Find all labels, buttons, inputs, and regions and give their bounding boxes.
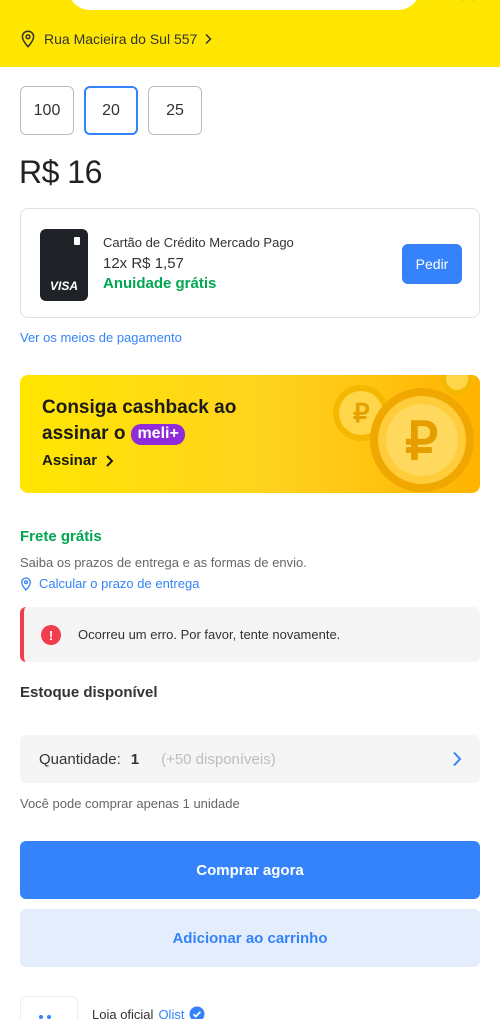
purchase-limit-note: Você pode comprar apenas 1 unidade	[20, 796, 240, 811]
buy-now-button[interactable]: Comprar agora	[20, 841, 480, 899]
error-icon: !	[41, 625, 61, 645]
subscribe-link[interactable]: Assinar	[42, 452, 117, 469]
cashback-banner[interactable]: Consiga cashback ao assinar o meli+ Assi…	[20, 375, 480, 493]
top-header: Rua Macieira do Sul 557	[0, 0, 500, 67]
card-annual-fee: Anuidade grátis	[103, 275, 217, 292]
banner-line-2: assinar o meli+	[42, 423, 185, 445]
gold-coins-icon: ₽ ₽	[333, 375, 474, 492]
quantity-selector[interactable]: Quantidade: 1 (+50 disponíveis)	[20, 735, 480, 783]
seller-logo[interactable]	[20, 996, 78, 1019]
chevron-right-icon	[453, 751, 462, 767]
variant-option[interactable]: 25	[148, 86, 202, 135]
cart-icon[interactable]	[458, 0, 480, 4]
stock-title: Estoque disponível	[20, 684, 158, 701]
chevron-right-icon	[106, 454, 114, 467]
card-chip	[74, 237, 80, 245]
quantity-value: 1	[130, 750, 140, 768]
card-title: Cartão de Crédito Mercado Pago	[103, 235, 294, 250]
visa-logo: VISA	[49, 279, 78, 293]
banner-line-1: Consiga cashback ao	[42, 397, 237, 418]
quantity-label: Quantidade:	[39, 750, 121, 768]
error-message-box: ! Ocorreu um erro. Por favor, tente nova…	[20, 607, 480, 662]
delivery-address[interactable]: Rua Macieira do Sul 557	[20, 30, 213, 48]
request-card-button[interactable]: Pedir	[402, 244, 462, 284]
meli-plus-badge: meli+	[131, 423, 185, 445]
location-pin-icon	[21, 576, 31, 591]
variant-option-selected[interactable]: 20	[84, 86, 138, 135]
location-pin-icon	[21, 30, 35, 48]
free-shipping-title: Frete grátis	[20, 528, 102, 545]
credit-card-image: VISA	[40, 229, 88, 301]
seller-name: Olist	[158, 1006, 185, 1019]
svg-text:₽: ₽	[353, 398, 370, 428]
card-installments: 12x R$ 1,57	[103, 255, 184, 272]
seller-logo-mark	[39, 1015, 43, 1019]
official-store-label: Loja oficial	[92, 1006, 154, 1019]
chevron-right-icon	[205, 33, 212, 45]
quantity-available: (+50 disponíveis)	[161, 750, 276, 768]
address-text: Rua Macieira do Sul 557	[44, 31, 198, 47]
error-text: Ocorreu um erro. Por favor, tente novame…	[78, 627, 341, 642]
variant-option[interactable]: 100	[20, 86, 74, 135]
subscribe-label: Assinar	[42, 452, 98, 469]
payment-methods-link[interactable]: Ver os meios de pagamento	[20, 330, 182, 345]
product-price: R$ 16	[19, 154, 102, 190]
verified-icon	[189, 1006, 205, 1019]
seller-info[interactable]: Loja oficial Olist	[92, 1006, 205, 1019]
calculate-delivery-link[interactable]: Calcular o prazo de entrega	[20, 576, 199, 591]
shipping-subtitle: Saiba os prazos de entrega e as formas d…	[20, 555, 307, 570]
svg-text:₽: ₽	[405, 413, 438, 471]
add-to-cart-button[interactable]: Adicionar ao carrinho	[20, 909, 480, 967]
search-bar[interactable]	[68, 0, 420, 10]
banner-line-2-text: assinar o	[42, 423, 126, 444]
variant-selector: 100 20 25	[20, 86, 202, 135]
calculate-delivery-text: Calcular o prazo de entrega	[39, 576, 200, 591]
credit-card-offer: VISA Cartão de Crédito Mercado Pago 12x …	[20, 208, 480, 318]
